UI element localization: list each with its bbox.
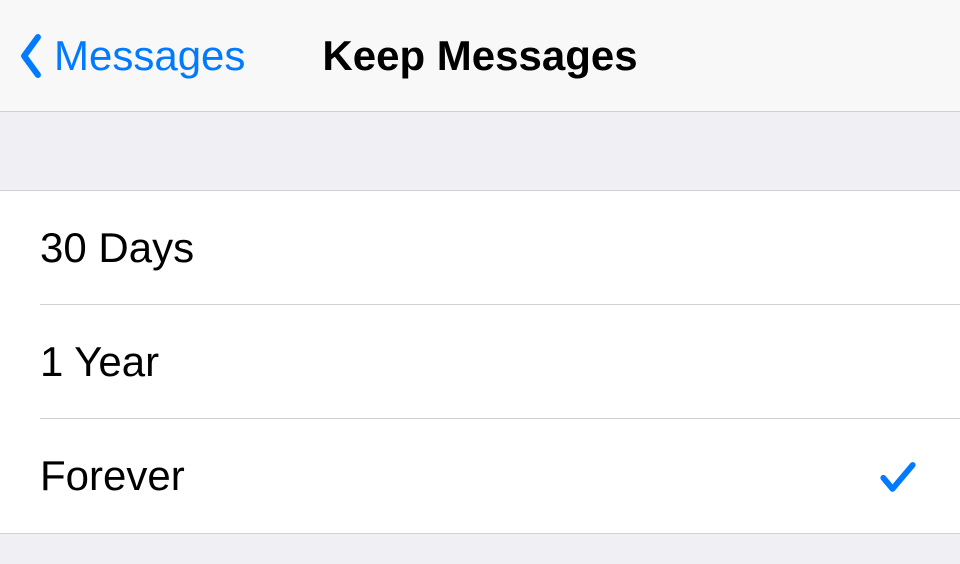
checkmark-icon (876, 454, 920, 498)
section-spacer (0, 112, 960, 190)
chevron-left-icon (16, 32, 46, 80)
option-30-days[interactable]: 30 Days (0, 191, 960, 305)
options-list: 30 Days 1 Year Forever (0, 190, 960, 534)
navigation-bar: Messages Keep Messages (0, 0, 960, 112)
option-forever[interactable]: Forever (0, 419, 960, 533)
section-spacer (0, 534, 960, 564)
option-label: Forever (40, 452, 185, 500)
back-button[interactable]: Messages (0, 32, 245, 80)
option-label: 30 Days (40, 224, 194, 272)
option-1-year[interactable]: 1 Year (0, 305, 960, 419)
back-label: Messages (54, 32, 245, 80)
option-label: 1 Year (40, 338, 159, 386)
